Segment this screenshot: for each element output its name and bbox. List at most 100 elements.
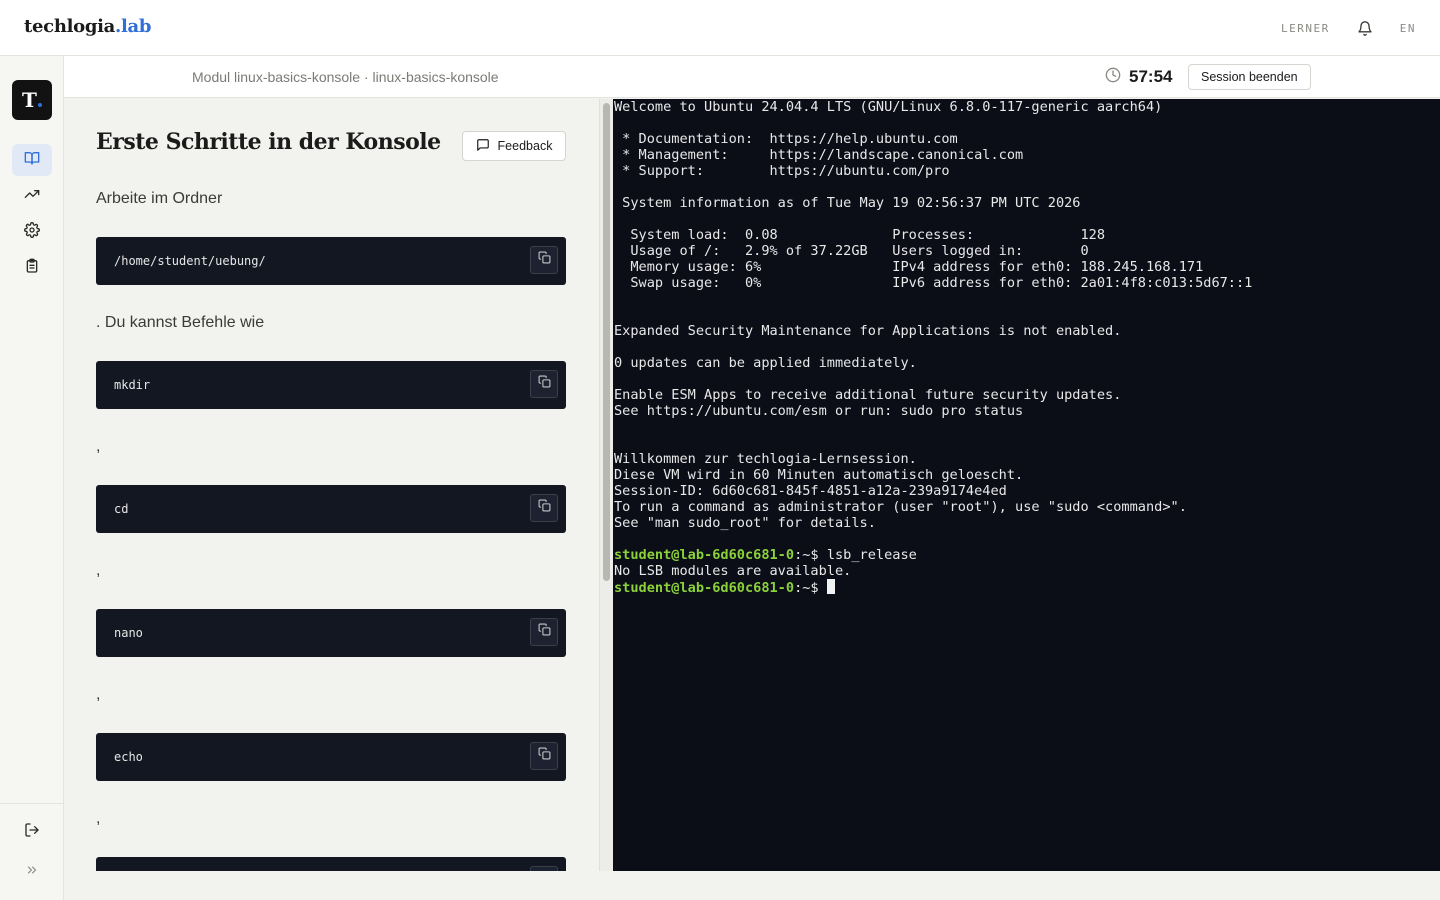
bell-icon[interactable] bbox=[1354, 17, 1376, 39]
rail-expand-button[interactable] bbox=[12, 856, 52, 888]
lesson-panel[interactable]: Erste Schritte in der Konsole Feedback A… bbox=[64, 99, 598, 871]
trending-up-icon bbox=[24, 186, 40, 207]
book-open-icon bbox=[24, 150, 40, 171]
code-text: cd bbox=[114, 502, 129, 516]
clock-icon bbox=[1105, 67, 1121, 88]
terminal-line: Session-ID: 6d60c681-845f-4851-a12a-239a… bbox=[614, 483, 1007, 499]
rail-settings-button[interactable] bbox=[12, 216, 52, 248]
breadcrumb: Modul linux-basics-konsole · linux-basic… bbox=[192, 69, 499, 85]
copy-icon bbox=[538, 499, 551, 517]
logo-letter: T bbox=[22, 88, 37, 112]
terminal-line: Expanded Security Maintenance for Applic… bbox=[614, 323, 1122, 339]
copy-button[interactable] bbox=[530, 742, 558, 770]
brand-accent: .lab bbox=[115, 16, 152, 37]
bottom-strip bbox=[64, 871, 1440, 900]
rail-tasks-button[interactable] bbox=[12, 252, 52, 284]
rail-logout-button[interactable] bbox=[12, 816, 52, 848]
prompt-path: :~$ bbox=[794, 580, 827, 596]
terminal-line: Diese VM wird in 60 Minuten automatisch … bbox=[614, 467, 1024, 483]
copy-icon bbox=[538, 251, 551, 269]
code-block-mkdir: mkdir bbox=[96, 361, 566, 409]
message-square-icon bbox=[476, 138, 490, 155]
top-right-controls: LERNER EN bbox=[1281, 0, 1416, 56]
brand-name: techlogia bbox=[24, 16, 116, 37]
clipboard-icon bbox=[24, 258, 40, 279]
chevrons-right-icon bbox=[25, 863, 39, 882]
copy-button[interactable] bbox=[530, 618, 558, 646]
code-text: echo bbox=[114, 750, 143, 764]
terminal-line: * Documentation: https://help.ubuntu.com bbox=[614, 131, 958, 147]
code-text: mkdir bbox=[114, 378, 151, 392]
prompt-user: student@lab-6d60c681-0 bbox=[614, 580, 795, 596]
top-bar: techlogia.lab LERNER EN bbox=[0, 0, 1440, 56]
terminal-line: Memory usage: 6% IPv4 address for eth0: … bbox=[614, 259, 1204, 275]
copy-icon bbox=[538, 623, 551, 641]
terminal-line: * Management: https://landscape.canonica… bbox=[614, 147, 1024, 163]
copy-icon bbox=[538, 747, 551, 765]
terminal-line: Willkommen zur techlogia-Lernsession. bbox=[614, 451, 917, 467]
prompt-user: student@lab-6d60c681-0 bbox=[614, 547, 795, 563]
separator-text: , bbox=[96, 810, 101, 827]
code-text: nano bbox=[114, 626, 143, 640]
scrollbar-thumb[interactable] bbox=[603, 103, 610, 581]
rail-lessons-button[interactable] bbox=[12, 144, 52, 176]
code-block-next bbox=[96, 857, 566, 871]
code-block-nano: nano bbox=[96, 609, 566, 657]
app-logo[interactable]: T bbox=[12, 80, 52, 120]
code-text: /home/student/uebung/ bbox=[114, 254, 266, 268]
lesson-scrollbar[interactable] bbox=[599, 99, 613, 871]
end-session-button[interactable]: Session beenden bbox=[1188, 64, 1311, 90]
copy-button[interactable] bbox=[530, 370, 558, 398]
terminal-line: Welcome to Ubuntu 24.04.4 LTS (GNU/Linux… bbox=[614, 99, 1163, 115]
role-label: LERNER bbox=[1281, 21, 1330, 35]
separator-text: , bbox=[96, 562, 101, 579]
gear-icon bbox=[24, 221, 40, 243]
code-block-path: /home/student/uebung/ bbox=[96, 237, 566, 285]
prompt-path: :~$ bbox=[794, 547, 827, 563]
terminal-line: Usage of /: 2.9% of 37.22GB Users logged… bbox=[614, 243, 1089, 259]
terminal-line: System load: 0.08 Processes: 128 bbox=[614, 227, 1106, 243]
terminal-line: See https://ubuntu.com/esm or run: sudo … bbox=[614, 403, 1024, 419]
copy-icon bbox=[538, 375, 551, 393]
language-switch[interactable]: EN bbox=[1400, 22, 1416, 35]
logout-icon bbox=[24, 822, 40, 843]
terminal-line: 0 updates can be applied immediately. bbox=[614, 355, 917, 371]
lesson-commands-text: . Du kannst Befehle wie bbox=[96, 314, 265, 331]
timer-value: 57:54 bbox=[1129, 67, 1173, 86]
terminal-line: System information as of Tue May 19 02:5… bbox=[614, 195, 1081, 211]
terminal-line: To run a command as administrator (user … bbox=[614, 499, 1187, 515]
rail-divider bbox=[0, 803, 63, 804]
copy-button[interactable] bbox=[530, 246, 558, 274]
terminal[interactable]: Welcome to Ubuntu 24.04.4 LTS (GNU/Linux… bbox=[613, 99, 1440, 871]
brand-logo[interactable]: techlogia.lab bbox=[24, 16, 152, 37]
code-block-cd: cd bbox=[96, 485, 566, 533]
rail-progress-button[interactable] bbox=[12, 180, 52, 212]
lesson-title: Erste Schritte in der Konsole bbox=[96, 129, 441, 155]
terminal-output: Welcome to Ubuntu 24.04.4 LTS (GNU/Linux… bbox=[614, 99, 1253, 596]
terminal-line: See "man sudo_root" for details. bbox=[614, 515, 876, 531]
lesson-intro-text: Arbeite im Ordner bbox=[96, 190, 223, 207]
terminal-line: Enable ESM Apps to receive additional fu… bbox=[614, 387, 1122, 403]
terminal-line: Swap usage: 0% IPv6 address for eth0: 2a… bbox=[614, 275, 1253, 291]
left-rail: T bbox=[0, 56, 64, 900]
separator-text: , bbox=[96, 438, 101, 455]
terminal-prompt-line: student@lab-6d60c681-0:~$ lsb_release bbox=[614, 547, 1252, 563]
copy-button[interactable] bbox=[530, 494, 558, 522]
terminal-cursor bbox=[826, 579, 835, 594]
terminal-prompt-line: student@lab-6d60c681-0:~$ bbox=[614, 579, 1252, 596]
code-block-echo: echo bbox=[96, 733, 566, 781]
feedback-label: Feedback bbox=[497, 139, 553, 153]
feedback-button[interactable]: Feedback bbox=[462, 131, 566, 161]
prompt-command: lsb_release bbox=[826, 547, 917, 563]
session-timer: 57:54 bbox=[1105, 65, 1172, 89]
